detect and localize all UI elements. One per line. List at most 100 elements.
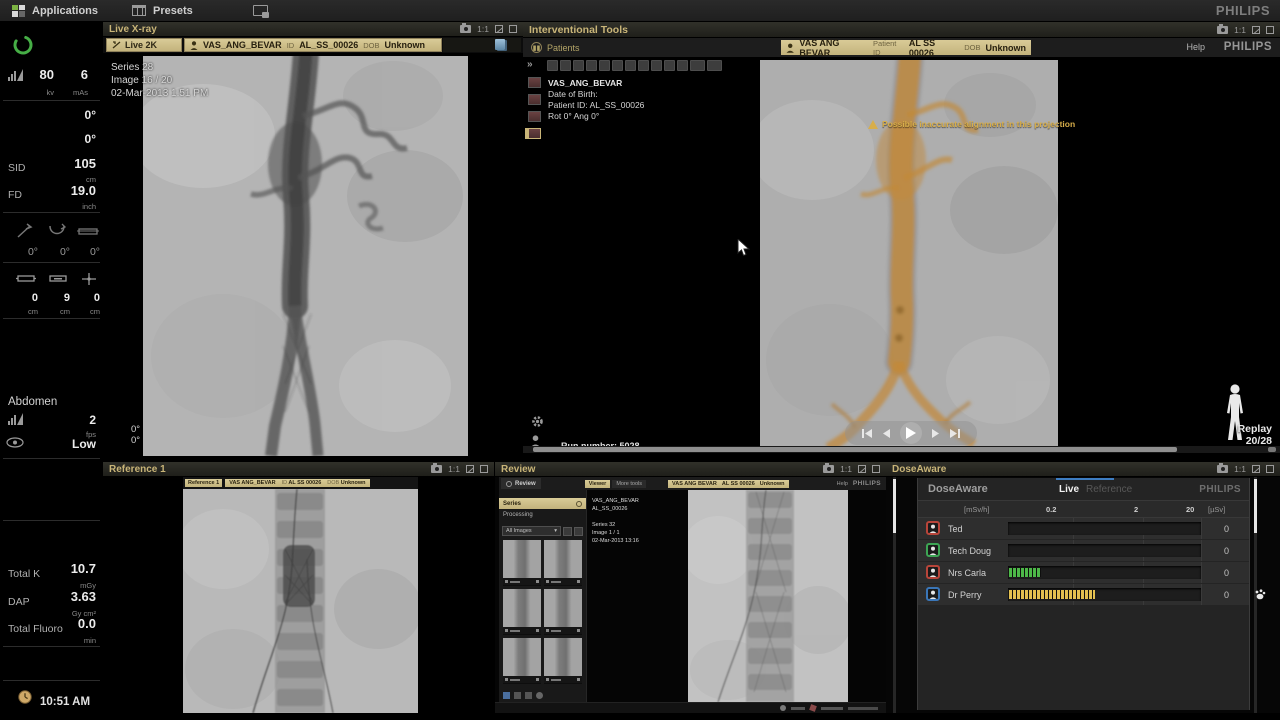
snapshot-icon[interactable] — [1217, 26, 1228, 34]
itools-tool-icon[interactable] — [573, 60, 584, 71]
protocol-name: Abdomen — [8, 396, 57, 408]
image-document-icon[interactable] — [495, 39, 505, 50]
mini-patient-name: VAS ANG_BEVAR — [229, 480, 275, 486]
snapshot-icon[interactable] — [1217, 465, 1228, 473]
tab-live-2k[interactable]: Live 2K — [106, 38, 182, 52]
itools-tool-icon[interactable] — [707, 60, 722, 71]
itools-tool-icon[interactable] — [625, 60, 636, 71]
screen-capture-icon[interactable] — [253, 5, 268, 16]
series-thumbnail[interactable] — [503, 540, 541, 586]
itools-hscrollbar[interactable] — [523, 446, 1280, 453]
hscroll-thumb[interactable] — [533, 447, 1177, 452]
reference-viewport: Reference 1 VAS ANG_BEVAR ID AL SS 00026… — [103, 477, 494, 713]
sort-button[interactable] — [574, 527, 583, 536]
itools-tool-icon[interactable] — [612, 60, 623, 71]
series-thumbnail[interactable] — [544, 540, 582, 586]
itools-tool-icon[interactable] — [586, 60, 597, 71]
resize-icon[interactable] — [858, 465, 866, 473]
itools-tool-icon[interactable] — [560, 60, 571, 71]
delete-icon[interactable] — [536, 692, 543, 699]
snapshot-icon[interactable] — [431, 465, 442, 473]
resize-icon[interactable] — [466, 465, 474, 473]
overlay-thumbnail[interactable] — [528, 111, 541, 122]
dose-mode-value: Low — [72, 437, 96, 451]
zoom-1to1-label[interactable]: 1:1 — [477, 24, 489, 34]
series-thumbnail[interactable] — [544, 589, 582, 635]
help-button[interactable]: Help — [1186, 42, 1205, 52]
review-thumbnail-grid[interactable] — [499, 540, 586, 684]
dose-left-scroll-thumb[interactable] — [893, 479, 896, 533]
review-viewport: Review Viewer More tools VAS ANG BEVAR A… — [495, 477, 886, 713]
doseaware-titlebar: DoseAware 1:1 — [886, 462, 1280, 477]
review-tab-viewer[interactable]: Viewer — [585, 480, 611, 488]
itools-tool-icon[interactable] — [651, 60, 662, 71]
snapshot-icon[interactable] — [823, 465, 834, 473]
itools-tool-icon[interactable] — [547, 60, 558, 71]
series-thumbnail[interactable] — [544, 638, 582, 684]
export-icon[interactable] — [503, 692, 510, 699]
snapshot-icon[interactable] — [460, 25, 471, 33]
review-help[interactable]: Help — [837, 481, 848, 487]
maximize-icon[interactable] — [480, 465, 488, 473]
layout-button[interactable] — [563, 527, 572, 536]
patients-tab[interactable]: ▮▮ Patients — [531, 42, 580, 53]
print-icon[interactable] — [514, 692, 521, 699]
step-back-button[interactable] — [882, 429, 891, 438]
maximize-icon[interactable] — [1266, 465, 1274, 473]
status-icon-2 — [809, 704, 817, 712]
itools-thumbnail-strip[interactable] — [528, 77, 541, 145]
review-nav-processing[interactable]: Processing — [499, 509, 586, 520]
kv-unit: kv — [47, 88, 55, 97]
resize-icon[interactable] — [495, 25, 503, 33]
zoom-1to1-label[interactable]: 1:1 — [1234, 464, 1246, 474]
review-nav-series[interactable]: Series — [499, 498, 586, 509]
play-button[interactable] — [900, 422, 922, 444]
overlay-thumbnail[interactable] — [528, 77, 541, 88]
itools-tool-icon[interactable] — [664, 60, 675, 71]
series-thumbnail[interactable] — [503, 589, 541, 635]
go-to-start-button[interactable] — [862, 429, 873, 438]
itools-tool-icon[interactable] — [638, 60, 649, 71]
dose-tab-live[interactable]: Live — [1059, 484, 1079, 495]
review-tab-more-tools[interactable]: More tools — [612, 480, 646, 488]
fluoro-time-unit: min — [84, 636, 96, 645]
reference-mini-tab[interactable]: Reference 1 — [185, 479, 222, 487]
applications-button[interactable]: Applications — [12, 5, 98, 17]
step-forward-button[interactable] — [931, 429, 940, 438]
dose-left-scrollbar[interactable] — [893, 477, 896, 713]
series-thumbnail[interactable] — [503, 638, 541, 684]
scale-unit-left: [mSv/h] — [964, 505, 989, 514]
go-to-end-button[interactable] — [949, 429, 960, 438]
hscroll-end-button[interactable] — [1268, 447, 1276, 452]
expand-chevrons[interactable]: » — [527, 59, 533, 70]
resize-icon[interactable] — [1252, 26, 1260, 34]
dose-value: 0 — [1201, 540, 1251, 561]
zoom-1to1-label[interactable]: 1:1 — [840, 464, 852, 474]
dose-alarm-icon[interactable] — [1254, 589, 1266, 600]
dose-tab-reference[interactable]: Reference — [1086, 484, 1132, 495]
overlay-thumbnail[interactable] — [528, 94, 541, 105]
overlay-line-3: Series 32 — [592, 521, 639, 529]
settings-gear-icon[interactable] — [531, 415, 544, 428]
live-xray-viewport: Series 28 Image 16 / 20 02-Mar-2013 1:51… — [103, 53, 523, 460]
maximize-icon[interactable] — [509, 25, 517, 33]
itools-tool-icon[interactable] — [677, 60, 688, 71]
itools-toolbar[interactable] — [547, 60, 722, 71]
maximize-icon[interactable] — [1266, 26, 1274, 34]
review-app-button[interactable]: Review — [501, 478, 541, 489]
itools-patient-banner[interactable]: VAS ANG BEVAR Patient ID AL SS 00026 DOB… — [781, 40, 1031, 55]
mini-dob-label: DOB — [327, 480, 339, 486]
save-icon[interactable] — [525, 692, 532, 699]
overlay-thumbnail[interactable] — [528, 128, 541, 139]
itools-tool-icon[interactable] — [599, 60, 610, 71]
zoom-1to1-label[interactable]: 1:1 — [448, 464, 460, 474]
maximize-icon[interactable] — [872, 465, 880, 473]
total-k-label: Total K — [8, 568, 40, 580]
itools-tool-icon[interactable] — [690, 60, 705, 71]
resize-icon[interactable] — [1252, 465, 1260, 473]
live-xray-patient-bar[interactable]: VAS_ANG_BEVAR ID AL_SS_00026 DOB Unknown — [184, 38, 442, 52]
dose-right-scroll-thumb[interactable] — [1254, 479, 1257, 533]
image-filter-dropdown[interactable]: All Images▾ — [502, 526, 561, 536]
presets-button[interactable]: Presets — [132, 5, 193, 17]
zoom-1to1-label[interactable]: 1:1 — [1234, 25, 1246, 35]
